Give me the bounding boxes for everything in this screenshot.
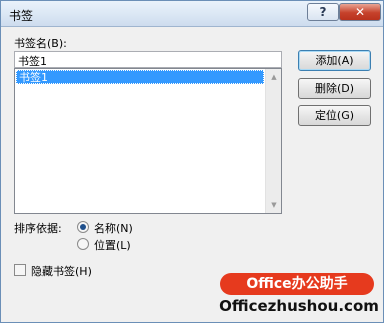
- sort-position-label[interactable]: 位置(L): [94, 237, 131, 253]
- radio-selected-dot: [80, 224, 86, 230]
- list-item[interactable]: 书签1: [16, 70, 264, 84]
- bookmark-name-label: 书签名(B):: [14, 37, 67, 50]
- help-button[interactable]: ?: [307, 3, 339, 21]
- close-button[interactable]: ✕: [339, 3, 381, 21]
- watermark-logo: Office办公助手 Officezhushou.com: [212, 269, 382, 321]
- goto-button[interactable]: 定位(G): [298, 105, 371, 126]
- sort-by-label: 排序依据:: [14, 222, 62, 235]
- hidden-bookmarks-label[interactable]: 隐藏书签(H): [31, 263, 92, 279]
- scroll-up-icon[interactable]: ▲: [266, 69, 282, 85]
- watermark-url: Officezhushou.com: [219, 297, 379, 315]
- bookmark-dialog: 书签 ? ✕ 书签名(B): 书签1 书签1 ▲ ▼ 添加(A) 删除(D) 定…: [0, 0, 384, 323]
- delete-button[interactable]: 删除(D): [298, 78, 371, 99]
- sort-name-label[interactable]: 名称(N): [94, 220, 133, 236]
- bookmark-name-input[interactable]: 书签1: [14, 51, 282, 68]
- watermark-brand: Office办公助手: [220, 273, 374, 295]
- dialog-title: 书签: [9, 9, 34, 23]
- add-button[interactable]: 添加(A): [298, 50, 371, 71]
- sort-position-radio[interactable]: [77, 238, 89, 250]
- sort-name-radio[interactable]: [77, 221, 89, 233]
- hidden-bookmarks-checkbox[interactable]: [14, 264, 26, 276]
- bookmark-list[interactable]: 书签1 ▲ ▼: [14, 68, 282, 214]
- list-scrollbar[interactable]: ▲ ▼: [265, 69, 281, 213]
- title-bar: 书签 ? ✕: [1, 1, 383, 27]
- scroll-down-icon[interactable]: ▼: [266, 197, 282, 213]
